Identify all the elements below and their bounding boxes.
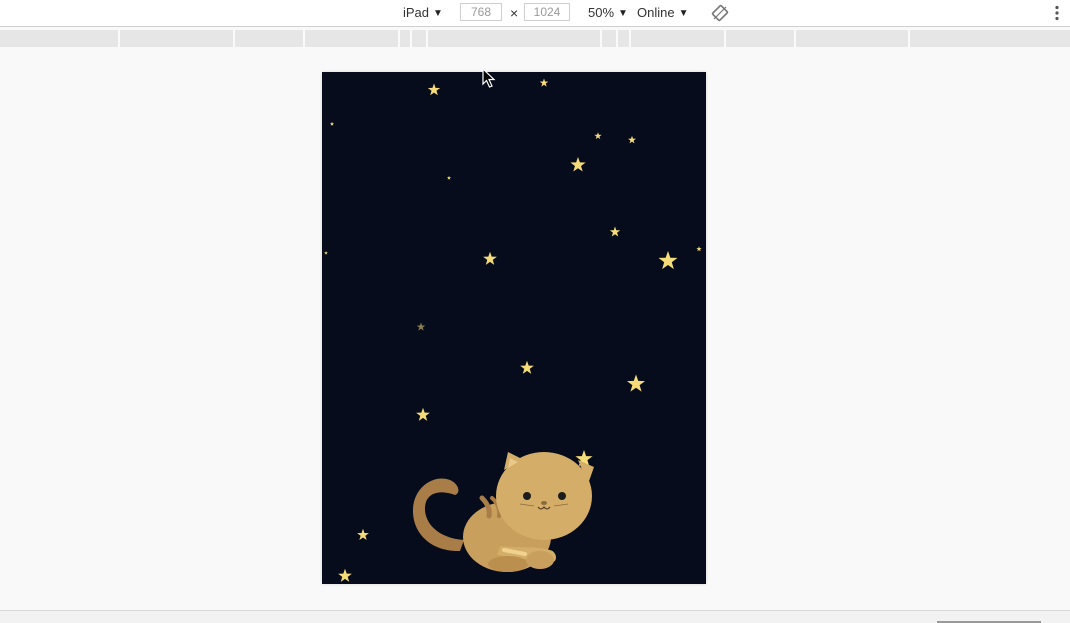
- device-viewport[interactable]: [322, 72, 706, 584]
- star-icon: [427, 83, 441, 96]
- media-query-marker[interactable]: [410, 30, 412, 47]
- height-input[interactable]: [524, 3, 570, 21]
- media-query-marker[interactable]: [629, 30, 631, 47]
- star-icon: [628, 135, 636, 144]
- zoom-label: 50%: [588, 5, 615, 20]
- media-query-marker[interactable]: [724, 30, 726, 47]
- caret-down-icon: ▼: [618, 8, 628, 19]
- device-select[interactable]: iPad ▼: [403, 0, 443, 26]
- more-vertical-icon: [1055, 5, 1059, 21]
- star-icon: [416, 322, 426, 331]
- media-query-marker[interactable]: [233, 30, 235, 47]
- network-throttle-select[interactable]: Online ▼: [637, 0, 688, 26]
- star-icon: [329, 121, 335, 126]
- cat-illustration: [412, 452, 594, 572]
- star-icon: [626, 374, 646, 392]
- mouse-cursor-icon: [482, 68, 496, 88]
- media-query-marker[interactable]: [398, 30, 400, 47]
- media-query-marker[interactable]: [303, 30, 305, 47]
- bottom-edge: [0, 610, 1070, 623]
- media-query-marker[interactable]: [600, 30, 602, 47]
- star-icon: [594, 132, 602, 140]
- star-icon: [483, 251, 497, 265]
- caret-down-icon: ▼: [678, 8, 689, 19]
- media-query-marker[interactable]: [908, 30, 910, 47]
- star-icon: [609, 226, 621, 237]
- network-label: Online: [637, 5, 675, 20]
- media-query-bar[interactable]: [0, 30, 1070, 47]
- caret-down-icon: ▼: [433, 8, 443, 19]
- star-icon: [658, 251, 678, 270]
- media-query-marker[interactable]: [616, 30, 618, 47]
- more-options-button[interactable]: [1053, 4, 1061, 22]
- star-icon: [324, 251, 328, 255]
- star-icon: [357, 528, 369, 541]
- rotate-icon: [711, 4, 729, 22]
- star-icon: [520, 360, 534, 374]
- device-name: iPad: [403, 5, 430, 20]
- dimension-separator: ×: [510, 5, 519, 21]
- media-query-marker[interactable]: [426, 30, 428, 47]
- media-query-marker[interactable]: [794, 30, 796, 47]
- night-sky-scene: [324, 78, 702, 582]
- device-toolbar: iPad▼ × 50%▼ Online▼: [0, 0, 1070, 27]
- zoom-select[interactable]: 50% ▼: [588, 0, 628, 26]
- media-query-marker[interactable]: [118, 30, 120, 47]
- star-icon: [696, 246, 702, 252]
- star-icon: [570, 157, 586, 172]
- star-icon: [338, 568, 352, 582]
- width-input[interactable]: [460, 3, 502, 21]
- star-icon: [416, 407, 430, 421]
- rotate-button[interactable]: [711, 4, 729, 22]
- star-icon: [446, 175, 452, 180]
- star-icon: [539, 78, 549, 87]
